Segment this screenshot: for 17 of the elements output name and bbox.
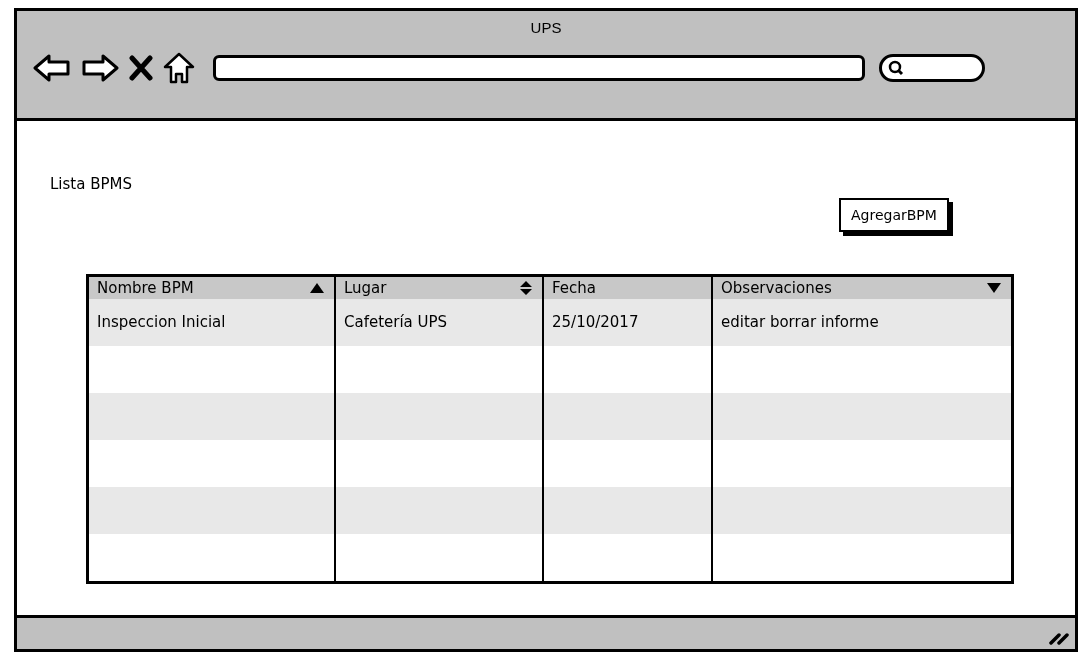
close-icon[interactable] <box>129 55 153 81</box>
search-field[interactable] <box>879 54 985 82</box>
sort-icon <box>520 281 532 295</box>
table-cell: editar borrar informe <box>711 299 1011 346</box>
address-field[interactable] <box>213 55 865 81</box>
table-cell: 25/10/2017 <box>542 299 711 346</box>
sort-ascending-icon <box>310 283 324 293</box>
table-cell-text: Inspeccion Inicial <box>96 312 227 333</box>
back-icon[interactable] <box>33 53 71 83</box>
column-header[interactable]: Nombre BPM <box>89 277 334 299</box>
search-icon <box>888 60 904 76</box>
sort-descending-icon <box>987 283 1001 293</box>
window-title: UPS <box>529 18 563 36</box>
forward-icon[interactable] <box>81 53 119 83</box>
home-icon[interactable] <box>163 52 195 84</box>
table-cell: Cafetería UPS <box>334 299 542 346</box>
page-heading: Lista BPMS <box>50 175 132 193</box>
